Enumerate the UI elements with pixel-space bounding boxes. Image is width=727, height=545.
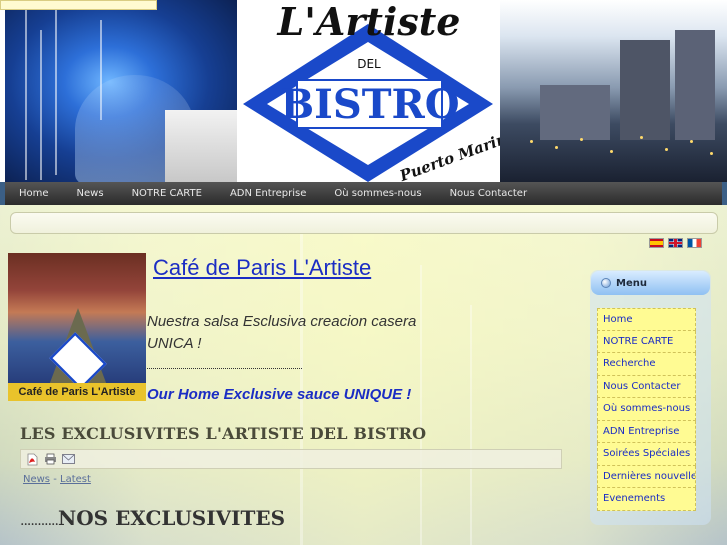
menu-item-home[interactable]: Home bbox=[597, 308, 696, 331]
nav-item-adn-entreprise[interactable]: ADN Entreprise bbox=[216, 188, 320, 199]
header-photo-marina bbox=[500, 0, 727, 182]
nav-item-ou-sommes-nous[interactable]: Où sommes-nous bbox=[320, 188, 435, 199]
side-menu-header: Menu bbox=[591, 271, 710, 295]
menu-item-soirees-speciales[interactable]: Soirées Spéciales bbox=[597, 443, 696, 466]
article-tools bbox=[20, 449, 562, 469]
breadcrumb-latest[interactable]: Latest bbox=[60, 474, 91, 485]
menu-item-dernieres-nouvelles[interactable]: Dernières nouvelles bbox=[597, 465, 696, 488]
breadcrumb-news[interactable]: News bbox=[23, 474, 50, 485]
gb-flag-icon[interactable] bbox=[668, 238, 683, 248]
main-navigation: Home News NOTRE CARTE ADN Entreprise Où … bbox=[5, 182, 722, 205]
logo-text-bistro: BISTRO bbox=[280, 81, 459, 128]
menu-item-recherche[interactable]: Recherche bbox=[597, 353, 696, 376]
sub-title: ...........NOS EXCLUSIVITES bbox=[20, 506, 285, 530]
fr-flag-icon[interactable] bbox=[687, 238, 702, 248]
nav-item-news[interactable]: News bbox=[63, 188, 118, 199]
side-menu-title: Menu bbox=[616, 277, 647, 289]
logo-text-artiste: L'Artiste bbox=[277, 0, 461, 44]
bistro-logo: L'Artiste DEL BISTRO Puerto Marina bbox=[237, 0, 518, 185]
breadcrumb: News - Latest bbox=[23, 474, 91, 485]
header-photo-glass bbox=[5, 0, 237, 182]
article-image-caption: Café de Paris L'Artiste bbox=[8, 383, 146, 401]
print-icon[interactable] bbox=[43, 452, 57, 466]
language-switcher bbox=[649, 238, 702, 248]
breadcrumb-separator: - bbox=[50, 474, 60, 485]
divider bbox=[147, 368, 302, 369]
menu-item-nous-contacter[interactable]: Nous Contacter bbox=[597, 375, 696, 398]
menu-item-notre-carte[interactable]: NOTRE CARTE bbox=[597, 330, 696, 353]
article-title-link[interactable]: Café de Paris L'Artiste bbox=[153, 255, 371, 281]
menu-bullet-icon bbox=[601, 278, 611, 288]
sub-title-text: NOS EXCLUSIVITES bbox=[57, 506, 286, 530]
nav-item-nous-contacter[interactable]: Nous Contacter bbox=[436, 188, 542, 199]
menu-item-adn-entreprise[interactable]: ADN Entreprise bbox=[597, 420, 696, 443]
sub-title-dots: ........... bbox=[20, 513, 59, 529]
nav-item-notre-carte[interactable]: NOTRE CARTE bbox=[118, 188, 216, 199]
logo-text-del: DEL bbox=[357, 57, 381, 71]
article-text-spanish: Nuestra salsa Esclusiva creacion casera … bbox=[147, 313, 417, 352]
email-icon[interactable] bbox=[61, 452, 75, 466]
search-bar[interactable] bbox=[10, 212, 718, 234]
es-flag-icon[interactable] bbox=[649, 238, 664, 248]
side-menu-list: Home NOTRE CARTE Recherche Nous Contacte… bbox=[597, 308, 696, 511]
menu-item-evenements[interactable]: Evenements bbox=[597, 488, 696, 511]
nav-item-home[interactable]: Home bbox=[5, 188, 63, 199]
menu-item-ou-sommes-nous[interactable]: Où sommes-nous bbox=[597, 398, 696, 421]
article-text-english: Our Home Exclusive sauce UNIQUE ! bbox=[147, 386, 412, 403]
section-title: LES EXCLUSIVITES L'ARTISTE DEL BISTRO bbox=[20, 424, 427, 443]
top-strip bbox=[0, 0, 157, 10]
header-banner: L'Artiste DEL BISTRO Puerto Marina bbox=[0, 0, 727, 185]
article-image: Café de Paris L'Artiste bbox=[8, 253, 146, 401]
pdf-icon[interactable] bbox=[25, 452, 39, 466]
